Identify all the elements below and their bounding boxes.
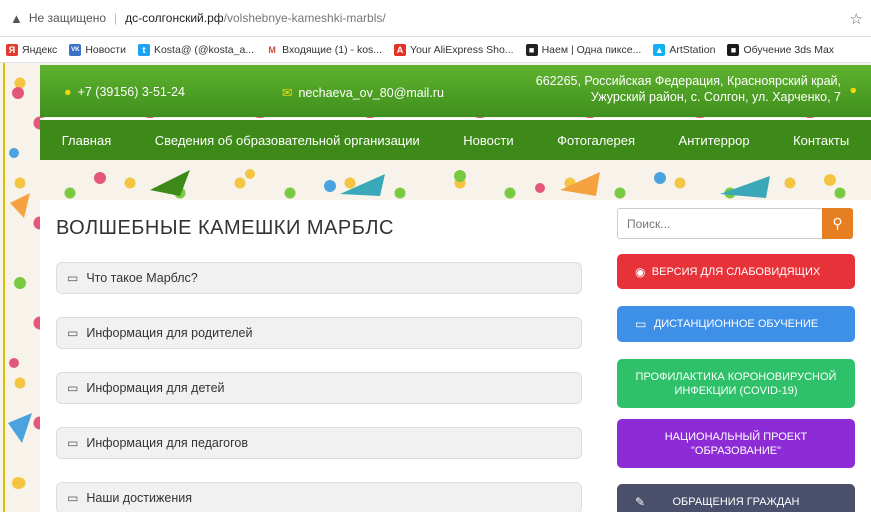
decorative-pattern [94,169,836,198]
main-content: ВОЛШЕБНЫЕ КАМЕШКИ МАРБЛС ▭ Что такое Марб… [40,200,600,512]
nav-antiterror[interactable]: Антитеррор [679,133,750,148]
folder-icon: ▭ [67,381,79,395]
main-nav: Главная Сведения об образовательной орга… [40,118,871,160]
phone: ● +7 (39156) 3-51-24 [64,85,185,99]
folder-icon: ▭ [67,271,79,285]
address-bar[interactable]: ▲ Не защищено | дс-солгонский.рф /volshe… [0,0,871,37]
covid-prevention-button[interactable]: ПРОФИЛАКТИКА КОРОНОВИРУСНОЙ ИНФЕКЦИИ (CO… [617,359,855,408]
mail-icon: ✉ [282,86,293,100]
accordion-what-is-marbles[interactable]: ▭ Что такое Марблс? [56,262,582,294]
bookmark-aliexpress[interactable]: A Your AliExpress Sho... [394,43,514,56]
eye-icon: ◉ [635,264,646,279]
phone-icon: ● [64,85,72,99]
nav-contacts[interactable]: Контакты [793,133,849,148]
bookmarks-bar: Я Яндекс VK Новости t Kosta@ (@kosta_a..… [0,37,871,63]
address: 662265, Российская Федерация, Красноярск… [535,74,841,104]
sidebar: ⚲ ◉ ВЕРСИЯ ДЛЯ СЛАБОВИДЯЩИХ ▭ ДИСТАНЦИОН… [600,200,871,512]
search-input[interactable] [618,209,818,238]
naem-icon: ■ [525,43,538,56]
bookmark-artstation[interactable]: ▲ ArtStation [653,43,715,56]
accordion-achievements[interactable]: ▭ Наши достижения [56,482,582,512]
yandex-icon: Я [6,43,18,56]
page-background: ● +7 (39156) 3-51-24 ✉ nechaeva_ov_80@mail… [0,63,871,512]
decorative-birds [8,87,32,489]
warning-icon: ▲ [10,10,23,26]
folder-icon: ▭ [67,436,79,450]
bookmark-yandex[interactable]: Я Яндекс [6,43,57,56]
accordion-children[interactable]: ▭ Информация для детей [56,372,582,404]
nav-about-org[interactable]: Сведения об образовательной организации [155,133,420,148]
bookmark-twitter[interactable]: t Kosta@ (@kosta_a... [137,43,254,56]
accordion-teachers[interactable]: ▭ Информация для педагогов [56,427,582,459]
artstation-icon: ▲ [653,43,666,56]
3dsmax-icon: ■ [727,43,740,56]
vk-icon: VK [69,43,82,56]
security-label: Не защищено [28,11,107,25]
search-button[interactable]: ⚲ [822,208,853,239]
search-box: ⚲ [617,208,853,239]
nav-home[interactable]: Главная [62,133,111,148]
citizen-appeals-button[interactable]: ✎ ОБРАЩЕНИЯ ГРАЖДАН [617,484,855,512]
distance-learning-button[interactable]: ▭ ДИСТАНЦИОННОЕ ОБУЧЕНИЕ [617,306,855,342]
twitter-icon: t [137,43,150,56]
email[interactable]: ✉ nechaeva_ov_80@mail.ru [282,85,444,100]
search-icon: ⚲ [832,215,843,231]
pencil-icon: ✎ [635,495,646,509]
bookmark-news[interactable]: VK Новости [69,43,126,56]
national-project-button[interactable]: НАЦИОНАЛЬНЫЙ ПРОЕКТ "ОБРАЗОВАНИЕ" [617,419,855,468]
low-vision-button[interactable]: ◉ ВЕРСИЯ ДЛЯ СЛАБОВИДЯЩИХ [617,254,855,289]
nav-gallery[interactable]: Фотогалерея [557,133,635,148]
contact-bar: ● +7 (39156) 3-51-24 ✉ nechaeva_ov_80@mail… [40,65,871,117]
bookmark-gmail[interactable]: M Входящие (1) - kos... [266,43,382,56]
left-decoration [0,63,40,512]
url-host: дс-солгонский.рф [125,11,224,25]
folder-icon: ▭ [67,326,79,340]
gmail-icon: M [266,43,279,56]
nav-news[interactable]: Новости [463,133,513,148]
bookmark-star-icon[interactable]: ☆ [850,10,863,28]
bookmark-3dsmax[interactable]: ■ Обучение 3ds Max [727,43,834,56]
accordion-parents[interactable]: ▭ Информация для родителей [56,317,582,349]
location-pin-icon: ● [849,83,857,97]
folder-icon: ▭ [67,491,79,505]
url-path: /volshebnye-kameshki-marbls/ [223,11,386,25]
laptop-icon: ▭ [635,317,647,331]
aliexpress-icon: A [394,43,407,56]
bookmark-naem[interactable]: ■ Наем | Одна пиксе... [525,43,641,56]
page-title: ВОЛШЕБНЫЕ КАМЕШКИ МАРБЛС [56,217,394,239]
